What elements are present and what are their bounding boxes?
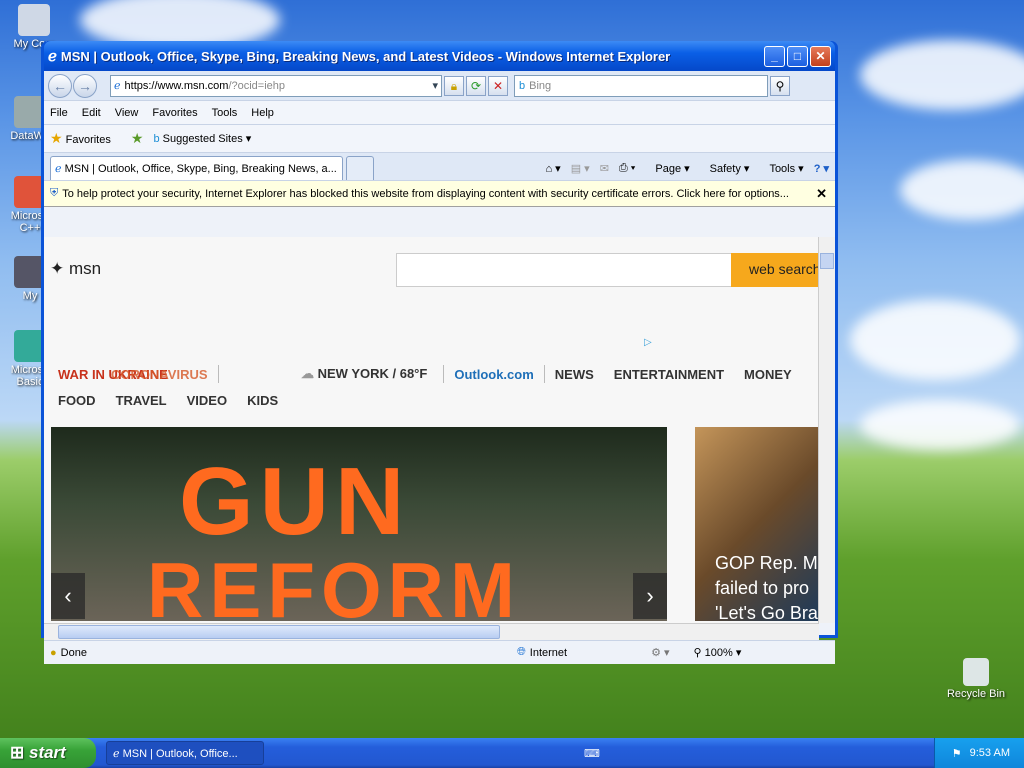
network-icon[interactable]: ⚑ <box>952 747 962 760</box>
taskbar-item-ie[interactable]: ℯ MSN | Outlook, Office... <box>106 741 264 765</box>
mail-icon[interactable]: ✉ <box>600 162 609 175</box>
tab-msn[interactable]: ℯ MSN | Outlook, Office, Skype, Bing, Br… <box>50 156 343 180</box>
zoom-control[interactable]: ⚲ 100% ▾ <box>694 646 742 659</box>
close-infobar-icon[interactable]: ✕ <box>816 186 827 202</box>
forward-button[interactable]: → <box>73 73 97 98</box>
print-icon[interactable]: ⎙ ▾ <box>619 162 635 175</box>
scroll-thumb[interactable] <box>820 253 834 269</box>
carousel-next-button[interactable]: › <box>633 573 667 619</box>
msn-nav-secondary: FOOD TRAVEL VIDEO KIDS <box>58 393 298 408</box>
title-bar[interactable]: ℯ MSN | Outlook, Office, Skype, Bing, Br… <box>44 41 835 71</box>
computer-icon <box>18 4 50 36</box>
news-link[interactable]: NEWS <box>555 367 594 382</box>
safety-menu[interactable]: Safety ▾ <box>700 162 750 175</box>
favorites-bar: ★ Favorites ★ b Suggested Sites ▾ <box>44 125 835 153</box>
desktop-icon-recycle-bin[interactable]: Recycle Bin <box>944 658 1008 700</box>
start-button[interactable]: ⊞ start <box>0 738 96 768</box>
ie-page-icon: ℯ <box>55 163 62 175</box>
information-bar[interactable]: ⛨ To help protect your security, Interne… <box>44 181 835 207</box>
divider <box>218 365 219 383</box>
page-menu[interactable]: Page ▾ <box>645 162 689 175</box>
msn-nav-primary: WAR IN UKRAINE CORONAVIRUS ☁ NEW YORK / … <box>58 365 792 383</box>
side-story[interactable]: GOP Rep. M failed to pro 'Let's Go Bra <box>695 427 819 621</box>
back-button[interactable]: ← <box>48 73 72 98</box>
protected-mode-icon[interactable]: ⚙ ▾ <box>651 646 669 659</box>
lock-icon[interactable]: 🔒︎ <box>444 75 464 96</box>
page-status-icon: ● <box>50 646 57 659</box>
video-link[interactable]: VIDEO <box>187 393 227 408</box>
butterfly-icon: ✦ <box>50 259 65 278</box>
minimize-button[interactable]: _ <box>764 45 785 67</box>
alert-war-in-ukraine[interactable]: WAR IN UKRAINE CORONAVIRUS <box>58 367 218 382</box>
menu-view[interactable]: View <box>115 107 139 119</box>
scroll-thumb[interactable] <box>58 625 500 639</box>
navigation-bar: ← → ℯ https://www.msn.com/?ocid=iehp ▾ 🔒… <box>44 71 835 101</box>
bing-icon: b <box>519 79 526 92</box>
bing-icon: b <box>153 133 160 145</box>
vertical-scrollbar[interactable] <box>818 237 835 623</box>
recycle-bin-icon <box>963 658 989 686</box>
status-bar: ● Done 🌐︎ Internet ⚙ ▾ ⚲ 100% ▾ <box>44 640 835 664</box>
keyboard-icon[interactable]: ⌨ <box>584 747 600 760</box>
hero-image[interactable]: GUN REFORM ‹ › <box>51 427 667 621</box>
clock[interactable]: 9:53 AM <box>970 747 1010 759</box>
outlook-link[interactable]: Outlook.com <box>454 367 533 382</box>
taskbar: ⊞ start ℯ MSN | Outlook, Office... ⌨ ⚑ 9… <box>0 738 1024 768</box>
search-icon[interactable]: ⚲ <box>770 75 790 96</box>
refresh-button[interactable]: ⟳ <box>466 75 486 96</box>
close-button[interactable]: ✕ <box>810 45 831 67</box>
help-icon[interactable]: ? ▾ <box>814 162 829 175</box>
address-bar[interactable]: ℯ https://www.msn.com/?ocid=iehp ▾ <box>110 74 442 97</box>
search-input[interactable]: b Bing <box>514 74 768 97</box>
hero-text-gun: GUN <box>179 448 411 555</box>
tools-menu[interactable]: Tools ▾ <box>759 162 803 175</box>
travel-link[interactable]: TRAVEL <box>116 393 167 408</box>
weather-link[interactable]: ☁ NEW YORK / 68°F <box>301 366 427 382</box>
home-icon[interactable]: ⌂ ▾ <box>545 162 560 175</box>
stop-button[interactable]: ✕ <box>488 75 508 96</box>
food-link[interactable]: FOOD <box>58 393 96 408</box>
web-page: ✦ msn web search ▷ WAR IN UKRAINE CORONA… <box>44 237 819 623</box>
divider <box>443 365 445 383</box>
star-icon: ★ <box>50 130 63 146</box>
tab-bar: ℯ MSN | Outlook, Office, Skype, Bing, Br… <box>44 153 835 181</box>
chevron-down-icon[interactable]: ▾ <box>432 79 438 92</box>
web-search-button[interactable]: web search <box>731 253 819 287</box>
ie-window: ℯ MSN | Outlook, Office, Skype, Bing, Br… <box>41 41 838 664</box>
shield-icon: ⛨ <box>50 187 59 199</box>
page-icon: ℯ <box>114 80 121 92</box>
hero-text-reform: REFORM <box>147 546 521 621</box>
menu-tools[interactable]: Tools <box>212 107 238 119</box>
suggested-sites-button[interactable]: b Suggested Sites ▾ <box>153 132 251 145</box>
kids-link[interactable]: KIDS <box>247 393 278 408</box>
maximize-button[interactable]: □ <box>787 45 808 67</box>
menu-file[interactable]: File <box>50 107 68 119</box>
money-link[interactable]: MONEY <box>744 367 792 382</box>
ie-icon: ℯ <box>113 748 120 760</box>
new-tab-button[interactable] <box>346 156 374 180</box>
cloud-icon: ☁ <box>301 366 314 381</box>
command-bar: ⌂ ▾ ▤ ▾ ✉ ⎙ ▾ Page ▾ Safety ▾ Tools ▾ ? … <box>535 156 835 180</box>
msn-logo[interactable]: ✦ msn <box>50 259 101 279</box>
carousel-prev-button[interactable]: ‹ <box>51 573 85 619</box>
globe-icon: 🌐︎ <box>516 646 526 658</box>
adchoices-icon[interactable]: ▷ <box>644 337 652 348</box>
system-tray: ⚑ 9:53 AM <box>933 738 1024 768</box>
horizontal-scrollbar[interactable] <box>44 623 819 640</box>
feeds-icon[interactable]: ▤ ▾ <box>571 162 590 175</box>
menu-favorites[interactable]: Favorites <box>152 107 197 119</box>
ie-logo-icon: ℯ <box>48 48 57 65</box>
menu-edit[interactable]: Edit <box>82 107 101 119</box>
divider <box>543 365 545 383</box>
menu-bar: File Edit View Favorites Tools Help <box>44 101 835 125</box>
msn-search-input[interactable] <box>396 253 732 287</box>
menu-help[interactable]: Help <box>251 107 274 119</box>
add-favorite-icon[interactable]: ★ <box>131 130 144 147</box>
favorites-button[interactable]: ★ Favorites <box>50 130 111 147</box>
window-title: MSN | Outlook, Office, Skype, Bing, Brea… <box>60 48 671 64</box>
entertainment-link[interactable]: ENTERTAINMENT <box>614 367 724 382</box>
windows-logo-icon: ⊞ <box>10 743 25 762</box>
